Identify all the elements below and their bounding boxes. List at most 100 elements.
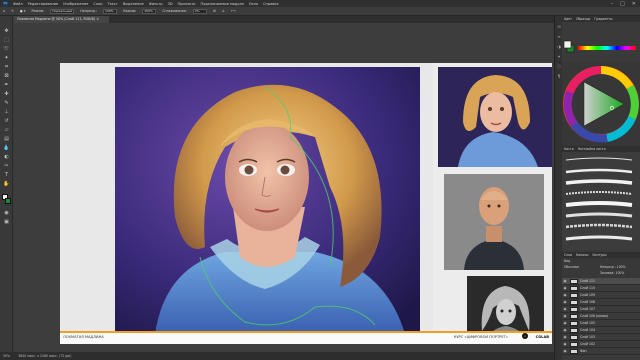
background-color-swatch[interactable]	[5, 198, 11, 204]
lasso-tool-icon[interactable]: ➰	[3, 46, 10, 53]
dodge-tool-icon[interactable]: ◐	[3, 154, 10, 161]
layer-row[interactable]: ◉ Слой 109	[562, 292, 640, 299]
menu-text[interactable]: Текст	[108, 2, 118, 6]
minimize-icon[interactable]: –	[611, 1, 614, 7]
pressure-field[interactable]: 100%	[142, 8, 157, 14]
zoom-level[interactable]: 50%	[3, 354, 10, 358]
layer-name: Слой 110	[580, 286, 595, 290]
layer-kind-filter[interactable]: Вид	[564, 259, 570, 263]
menu-filter[interactable]: Фильтр	[149, 2, 163, 6]
tab-brush-settings[interactable]: Настройки кисти	[578, 147, 606, 151]
blur-tool-icon[interactable]: 💧	[3, 145, 10, 152]
tab-paths[interactable]: Контуры	[592, 253, 606, 257]
menu-3d[interactable]: 3D	[168, 2, 173, 6]
layer-opacity[interactable]: Непрозр.: 100%	[600, 265, 626, 269]
layer-row[interactable]: ◉ Слой 103	[562, 334, 640, 341]
move-tool-icon[interactable]: ✥	[3, 28, 10, 35]
brush-preset-list[interactable]	[562, 152, 640, 250]
layer-name: Слой 104	[580, 328, 595, 332]
menu-plugins[interactable]: Подключаемые модули	[200, 2, 243, 6]
layer-thumbnail	[570, 278, 578, 284]
layer-row[interactable]: ◉ Слой 108	[562, 299, 640, 306]
brush-tool-icon[interactable]: ✎	[11, 9, 14, 13]
opacity-field[interactable]: 100%	[103, 8, 118, 14]
menu-view[interactable]: Просмотр	[178, 2, 196, 6]
home-icon[interactable]: ⌂	[3, 9, 5, 13]
menu-help[interactable]: Справка	[263, 2, 278, 6]
mode-select[interactable]: Нормальный	[50, 8, 75, 14]
visibility-eye-icon[interactable]: ◉	[562, 292, 568, 298]
eraser-tool-icon[interactable]: ▱	[3, 127, 10, 134]
visibility-eye-icon[interactable]: ◉	[562, 341, 568, 347]
layer-row[interactable]: ◉ Слой 111	[562, 278, 640, 285]
layer-fill[interactable]: Заливка: 100%	[600, 271, 624, 275]
menu-edit[interactable]: Редактирование	[28, 2, 59, 6]
close-icon[interactable]: ✕	[632, 1, 636, 7]
tab-layers[interactable]: Слои	[564, 253, 572, 257]
layer-row[interactable]: ◉ Слой 106 (копия)	[562, 313, 640, 320]
menu-window[interactable]: Окно	[249, 2, 258, 6]
layer-row[interactable]: ◉ Слой 105	[562, 320, 640, 327]
visibility-eye-icon[interactable]: ◉	[562, 320, 568, 326]
visibility-eye-icon[interactable]: ◉	[562, 334, 568, 340]
layer-row[interactable]: ◉ Фон	[562, 348, 640, 355]
menu-select[interactable]: Выделение	[123, 2, 144, 6]
quick-select-tool-icon[interactable]: ✦	[3, 55, 10, 62]
tab-channels[interactable]: Каналы	[576, 253, 588, 257]
document-tab[interactable]: Лохматая Мадлина @ 50% (Слой 111, RGB/8)…	[14, 16, 109, 23]
maximize-icon[interactable]: □	[620, 1, 625, 7]
blend-mode-select[interactable]: Обычные	[564, 265, 579, 269]
visibility-eye-icon[interactable]: ◉	[562, 348, 568, 354]
layer-thumbnail	[570, 348, 578, 354]
frame-tool-icon[interactable]: ⊠	[3, 73, 10, 80]
clone-stamp-icon[interactable]: ⊥	[3, 109, 10, 116]
layer-thumbnail	[570, 327, 578, 333]
hue-slider[interactable]	[578, 46, 636, 50]
photoshop-logo-icon[interactable]: Ps	[3, 1, 8, 6]
tab-gradients[interactable]: Градиенты	[594, 17, 612, 21]
crop-tool-icon[interactable]: ⌗	[3, 64, 10, 71]
document-info: 3840 пикс. x 2160 пикс. (72 ppi)	[18, 354, 72, 358]
angle-icon[interactable]: ∠	[222, 9, 225, 13]
history-brush-icon[interactable]: ↺	[3, 118, 10, 125]
visibility-eye-icon[interactable]: ◉	[562, 278, 568, 284]
visibility-eye-icon[interactable]: ◉	[562, 306, 568, 312]
toolbar: ✥ ⬚ ➰ ✦ ⌗ ⊠ ✒ ✚ ✎ ⊥ ↺ ▱ ▤ 💧 ◐ ✑ T ✋ ◉ ▣	[0, 16, 13, 352]
fg-bg-color-icon[interactable]	[563, 40, 575, 54]
layer-row[interactable]: ◉ Слой 102	[562, 341, 640, 348]
menu-image[interactable]: Изображение	[63, 2, 88, 6]
tab-color[interactable]: Цвет	[564, 17, 572, 21]
color-wheel-panel[interactable]	[562, 62, 640, 146]
marquee-tool-icon[interactable]: ⬚	[3, 37, 10, 44]
visibility-eye-icon[interactable]: ◉	[562, 327, 568, 333]
menu-file[interactable]: Файл	[13, 2, 23, 6]
eyedropper-tool-icon[interactable]: ✒	[3, 82, 10, 89]
gradient-tool-icon[interactable]: ▤	[3, 136, 10, 143]
hand-tool-icon[interactable]: ✋	[3, 181, 10, 188]
quick-mask-icon[interactable]: ◉	[3, 210, 10, 217]
mode-label: Режим:	[31, 9, 45, 13]
symmetry-icon[interactable]: ⟷	[231, 9, 236, 13]
visibility-eye-icon[interactable]: ◉	[562, 313, 568, 319]
settings-gear-icon[interactable]: ⚙	[213, 9, 216, 13]
tab-swatches[interactable]: Образцы	[576, 17, 590, 21]
layer-name: Слой 106 (копия)	[580, 314, 608, 318]
menu-layers[interactable]: Слои	[93, 2, 102, 6]
tab-brushes[interactable]: Кисти	[564, 147, 574, 151]
layer-row[interactable]: ◉ Слой 107	[562, 306, 640, 313]
brush-tool-icon[interactable]: ✎	[3, 100, 10, 107]
layer-thumbnail	[570, 292, 578, 298]
options-bar: ⌂ ✎ ● ▾ Режим: Нормальный Непрозр.: 100%…	[0, 7, 640, 16]
brush-size-picker[interactable]: ● ▾	[20, 9, 26, 13]
document-canvas[interactable]: ЛОХМАТАЯ МАДЛИНА КУРС «ЦИФРОВОЙ ПОРТРЕТ»…	[60, 63, 552, 344]
visibility-eye-icon[interactable]: ◉	[562, 285, 568, 291]
smoothing-field[interactable]: 0%	[192, 8, 207, 14]
type-tool-icon[interactable]: T	[3, 172, 10, 179]
layer-row[interactable]: ◉ Слой 110	[562, 285, 640, 292]
screen-mode-icon[interactable]: ▣	[3, 219, 10, 226]
healing-brush-icon[interactable]: ✚	[3, 91, 10, 98]
visibility-eye-icon[interactable]: ◉	[562, 299, 568, 305]
pen-tool-icon[interactable]: ✑	[3, 163, 10, 170]
cglab-brand-text: CGLAB	[535, 335, 549, 339]
layer-row[interactable]: ◉ Слой 104	[562, 327, 640, 334]
